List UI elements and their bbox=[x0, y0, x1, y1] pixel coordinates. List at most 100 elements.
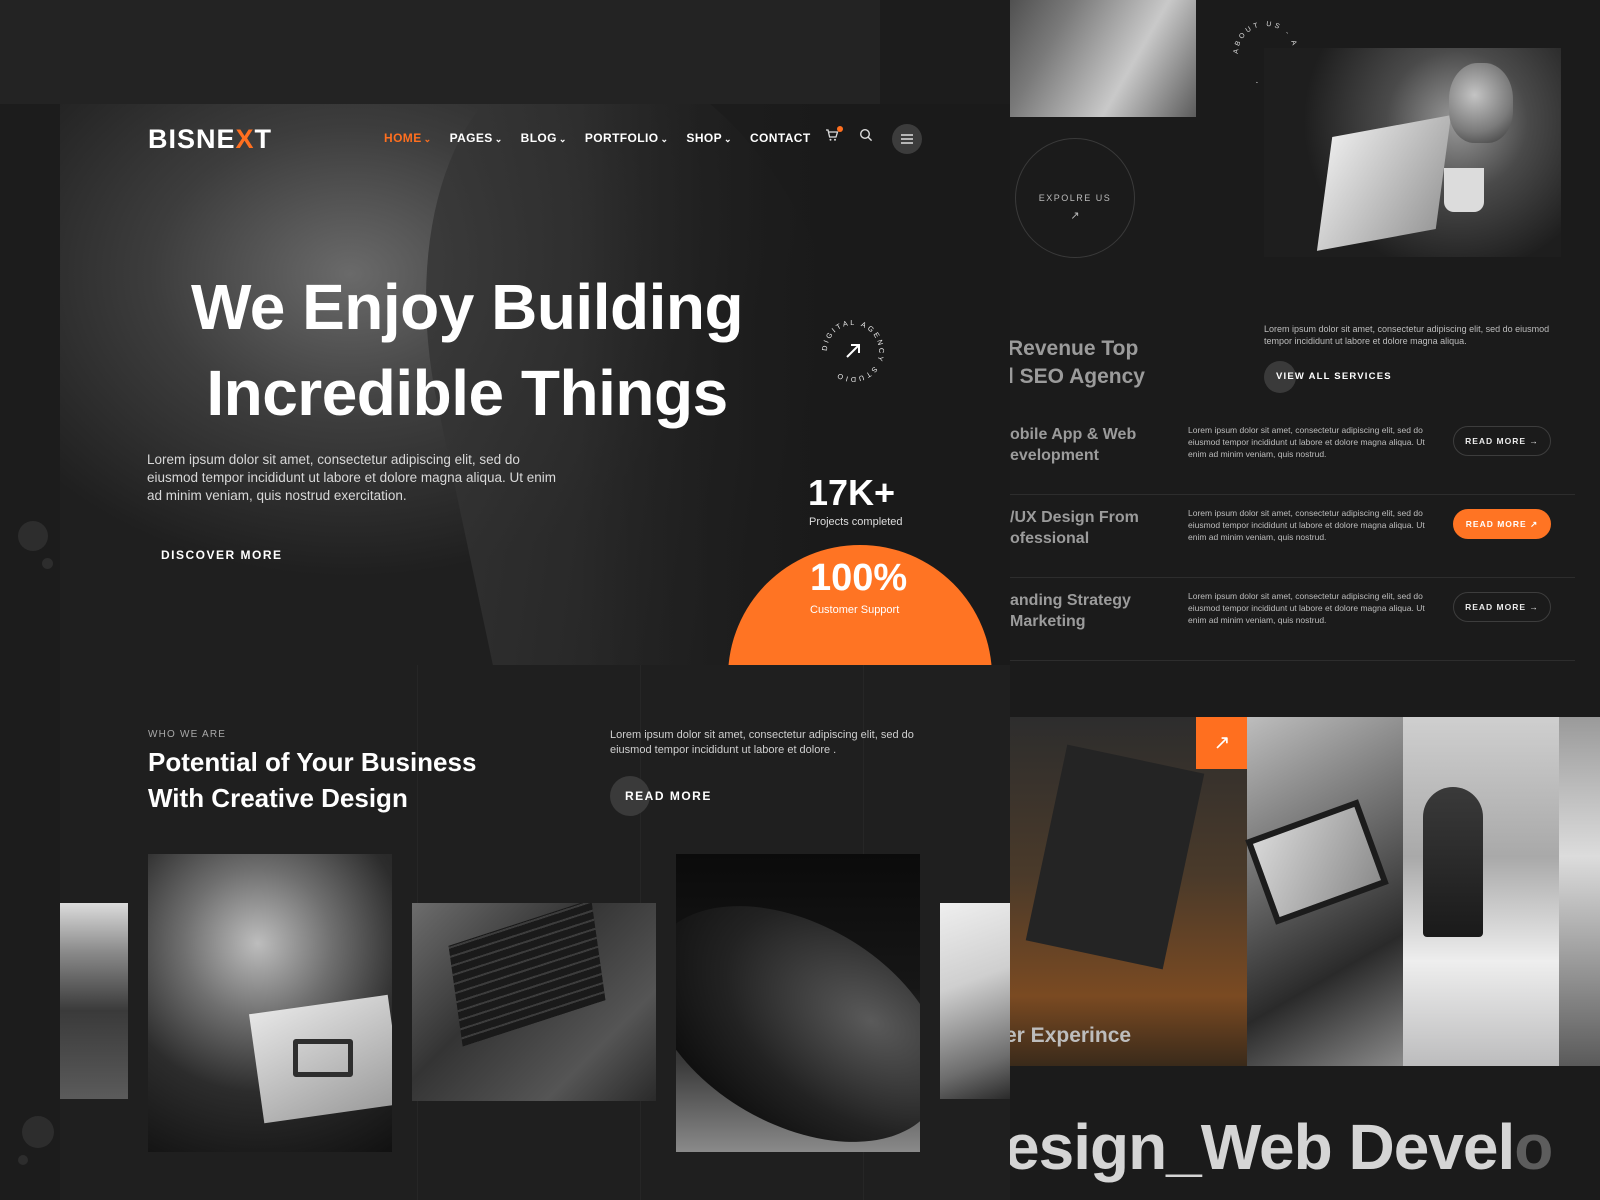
nav-item-shop[interactable]: SHOP ⌄ bbox=[686, 131, 732, 145]
nav-item-label: PORTFOLIO bbox=[584, 131, 659, 145]
gallery-image-abstract bbox=[676, 854, 920, 1152]
service-description: Lorem ipsum dolor sit amet, consectetur … bbox=[1188, 591, 1425, 625]
gallery-image bbox=[940, 903, 1010, 1099]
hero-title: We Enjoy Building Incredible Things bbox=[147, 264, 787, 436]
discover-more-button[interactable]: DISCOVER MORE bbox=[147, 535, 283, 575]
hero-title-line: Incredible Things bbox=[206, 357, 728, 429]
gallery-image-woman bbox=[148, 854, 392, 1152]
image-detail bbox=[1316, 115, 1452, 251]
service-name: anding Strategy Marketing bbox=[1010, 592, 1131, 630]
portfolio-image-tablet: ↗ er Experince bbox=[1010, 717, 1248, 1066]
service-row: /UX Design From ofessional Lorem ipsum d… bbox=[1010, 495, 1575, 578]
team-photo-top bbox=[1010, 0, 1196, 117]
logo-text: T bbox=[254, 124, 273, 154]
portfolio-image bbox=[1559, 717, 1600, 1066]
arrow-up-right-icon[interactable]: ↗ bbox=[1196, 717, 1248, 769]
portfolio-image-laptop bbox=[1245, 717, 1403, 1066]
decor-dot bbox=[18, 521, 48, 551]
service-description: Lorem ipsum dolor sit amet, consectetur … bbox=[1188, 425, 1425, 459]
service-read-more-button[interactable]: READ MORE → bbox=[1453, 592, 1551, 622]
hero-section: BISNEXT HOME ⌄ PAGES ⌄ BLOG ⌄ PORTFOLIO ⌄ SH… bbox=[60, 104, 1010, 665]
nav-menu: HOME ⌄ PAGES ⌄ BLOG ⌄ PORTFOLIO ⌄ SHOP ⌄ CONT… bbox=[384, 131, 811, 145]
logo[interactable]: BISNEXT bbox=[148, 124, 272, 155]
nav-item-pages[interactable]: PAGES ⌄ bbox=[450, 131, 503, 145]
image-detail bbox=[1025, 744, 1205, 970]
services-description: Lorem ipsum dolor sit amet, consectetur … bbox=[1264, 324, 1550, 346]
cart-badge bbox=[837, 126, 843, 132]
nav-item-label: PAGES bbox=[449, 131, 493, 145]
image-detail bbox=[293, 1039, 353, 1077]
image-detail bbox=[676, 857, 920, 1152]
hero-description: Lorem ipsum dolor sit amet, consectetur … bbox=[147, 452, 556, 503]
section-title-line: Potential of Your Business bbox=[148, 747, 477, 777]
logo-text: BISNE bbox=[148, 124, 236, 154]
gallery-image bbox=[60, 903, 128, 1099]
explore-us-label: EXPOLRE US bbox=[1038, 193, 1112, 203]
image-detail bbox=[448, 903, 606, 1047]
chevron-down-icon: ⌄ bbox=[724, 134, 732, 144]
image-detail bbox=[1423, 787, 1483, 937]
chevron-down-icon: ⌄ bbox=[660, 134, 669, 144]
service-name: obile App & Web evelopment bbox=[1010, 426, 1137, 464]
chevron-down-icon: ⌄ bbox=[494, 134, 503, 144]
nav-item-blog[interactable]: BLOG ⌄ bbox=[521, 131, 567, 145]
stat-support-label: Customer Support bbox=[810, 604, 900, 616]
main-panel: BISNEXT HOME ⌄ PAGES ⌄ BLOG ⌄ PORTFOLIO ⌄ SH… bbox=[60, 104, 1010, 1200]
marquee-text-bright: esign_Web Devel bbox=[1010, 1111, 1515, 1183]
stat-support-value: 100% bbox=[810, 557, 908, 599]
businessman-photo bbox=[1264, 48, 1561, 257]
portfolio-image-office bbox=[1403, 717, 1559, 1066]
read-more-button[interactable]: READ MORE bbox=[610, 776, 712, 816]
nav-item-label: BLOG bbox=[520, 131, 557, 145]
background-strip bbox=[0, 0, 880, 104]
logo-x: X bbox=[235, 124, 255, 154]
service-row: anding Strategy Marketing Lorem ipsum do… bbox=[1010, 578, 1575, 661]
gallery-image-laptop bbox=[412, 903, 656, 1101]
nav-item-home[interactable]: HOME ⌄ bbox=[384, 131, 432, 145]
services-title-line: l SEO Agency bbox=[1010, 365, 1145, 388]
right-panel: ABOUT US - ABOUT US - EXPOLRE US ↗ Reven… bbox=[1010, 0, 1600, 1200]
main-nav: BISNEXT HOME ⌄ PAGES ⌄ BLOG ⌄ PORTFOLIO ⌄ SH… bbox=[60, 104, 1010, 170]
marquee-text-dim: o bbox=[1514, 1111, 1553, 1183]
section-title-line: With Creative Design bbox=[148, 783, 408, 813]
service-name: /UX Design From ofessional bbox=[1010, 509, 1139, 547]
view-all-label: VIEW ALL SERVICES bbox=[1276, 371, 1392, 382]
cart-icon[interactable] bbox=[823, 126, 843, 146]
discover-more-label: DISCOVER MORE bbox=[161, 548, 283, 562]
portfolio-strip: ↗ er Experince bbox=[1010, 717, 1600, 1066]
nav-item-portfolio[interactable]: PORTFOLIO ⌄ bbox=[585, 131, 669, 145]
view-all-services-button[interactable]: VIEW ALL SERVICES bbox=[1264, 361, 1392, 393]
marquee-text: esign_Web Develo bbox=[1010, 1110, 1553, 1184]
service-read-more-button[interactable]: READ MORE ↗ bbox=[1453, 509, 1551, 539]
service-read-more-button[interactable]: READ MORE → bbox=[1453, 426, 1551, 456]
hamburger-menu-icon[interactable] bbox=[892, 124, 922, 154]
services-title: Revenue Top l SEO Agency bbox=[1010, 335, 1145, 391]
chevron-down-icon: ⌄ bbox=[423, 134, 432, 144]
image-detail bbox=[1245, 799, 1389, 925]
nav-item-contact[interactable]: CONTACT bbox=[750, 131, 811, 145]
digital-agency-badge[interactable]: DIGITAL AGENCY STUDIO bbox=[818, 316, 888, 386]
arrow-up-right-icon: ↗ bbox=[1070, 210, 1080, 222]
portfolio-caption: er Experince bbox=[1010, 1024, 1132, 1047]
decor-dot bbox=[18, 1155, 28, 1165]
section-description: Lorem ipsum dolor sit amet, consectetur … bbox=[610, 729, 914, 756]
stat-projects-label: Projects completed bbox=[809, 516, 903, 528]
nav-item-label: SHOP bbox=[686, 131, 723, 145]
nav-item-label: HOME bbox=[384, 131, 422, 145]
search-icon[interactable] bbox=[857, 128, 875, 146]
section-title: Potential of Your Business With Creative … bbox=[148, 744, 528, 816]
section-eyebrow: WHO WE ARE bbox=[148, 729, 227, 740]
arrow-up-right-icon bbox=[846, 344, 860, 358]
image-detail bbox=[1449, 63, 1513, 143]
decor-dot bbox=[42, 558, 53, 569]
stat-projects-value: 17K+ bbox=[808, 472, 896, 513]
image-detail bbox=[1444, 168, 1484, 212]
services-title-line: Revenue Top bbox=[1010, 337, 1139, 360]
chevron-down-icon: ⌄ bbox=[558, 134, 567, 144]
explore-us-button[interactable]: EXPOLRE US ↗ bbox=[1015, 138, 1135, 258]
decor-dot bbox=[22, 1116, 54, 1148]
service-row: obile App & Web evelopment Lorem ipsum d… bbox=[1010, 412, 1575, 495]
read-more-label: READ MORE bbox=[625, 789, 712, 803]
hero-title-line: We Enjoy Building bbox=[190, 271, 744, 343]
nav-item-label: CONTACT bbox=[749, 131, 811, 145]
